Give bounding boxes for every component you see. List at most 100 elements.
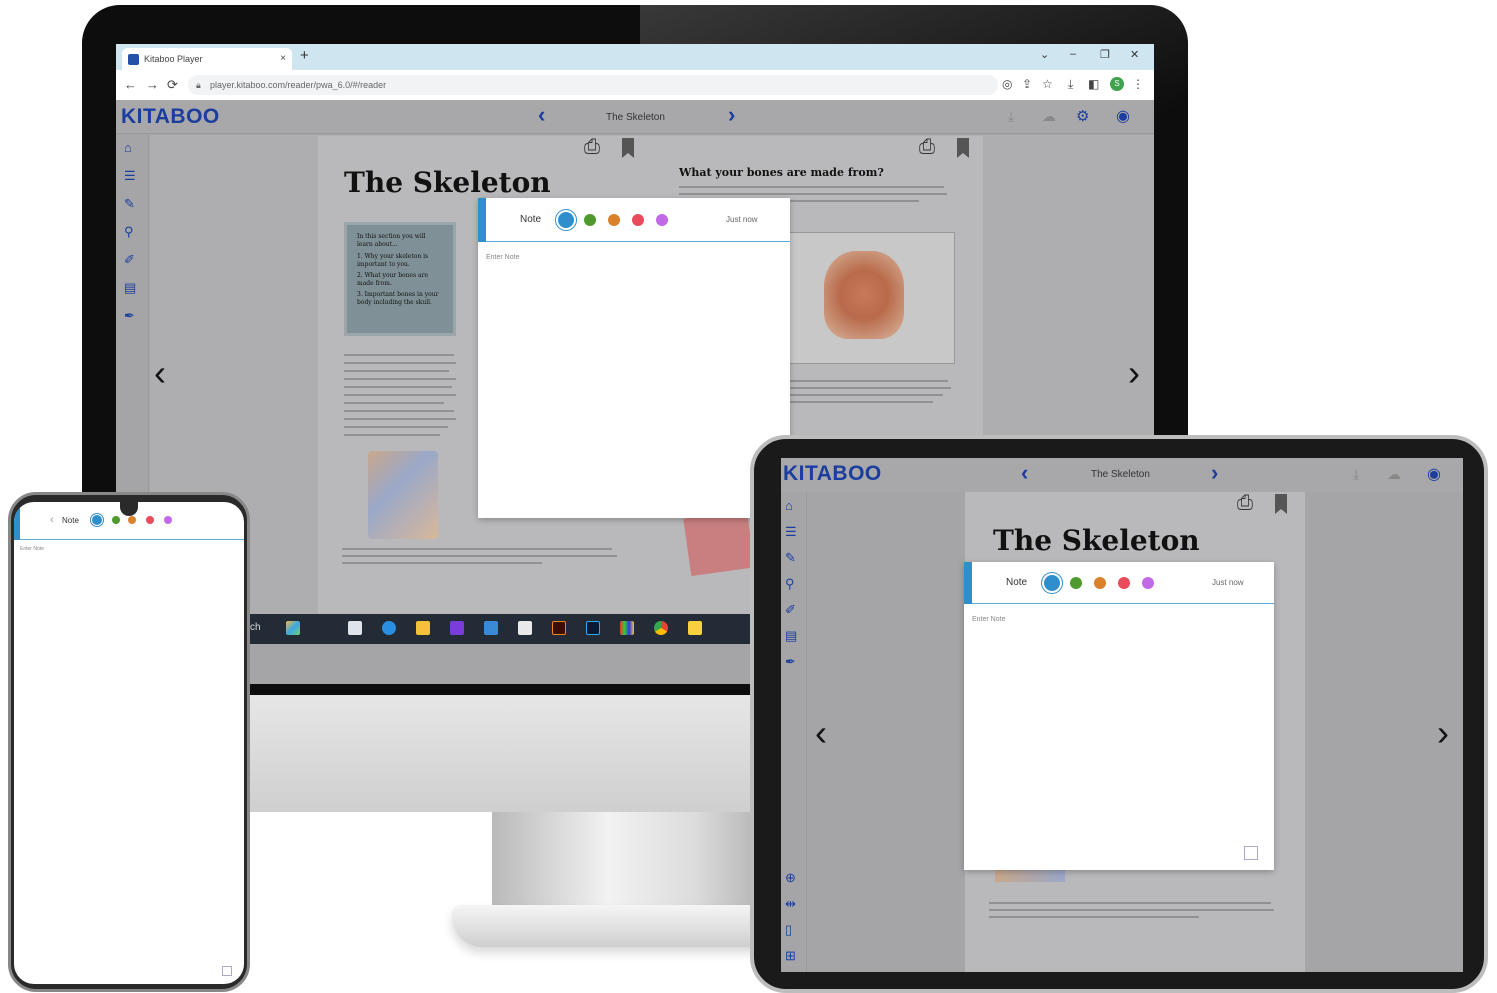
note-color-red[interactable] [1118,577,1130,589]
tab-close-icon[interactable]: × [280,48,286,70]
note-color-green[interactable] [1070,577,1082,589]
home-icon[interactable]: ⌂ [124,140,132,155]
widgets-icon[interactable] [286,621,300,635]
bookmark-icon[interactable] [1275,494,1287,514]
user-profile-icon[interactable]: ◉ [1427,464,1441,484]
settings-gear-icon[interactable]: ⚙ [1076,107,1089,125]
sticky-notes-icon[interactable] [688,621,702,635]
note-textarea[interactable]: Enter Note [20,546,44,552]
close-window-button[interactable]: ✕ [1130,48,1139,61]
chrome-icon[interactable] [654,621,668,635]
highlighter-icon[interactable]: ✒ [124,308,135,324]
print-icon[interactable]: ⎙ [919,136,935,159]
note-color-blue[interactable] [92,515,102,525]
my-data-icon[interactable]: ✎ [785,550,796,566]
pen-icon[interactable]: ✐ [124,252,135,268]
new-tab-button[interactable]: + [300,47,309,64]
search-icon[interactable]: ⚲ [124,224,134,240]
right-page-heading: What your bones are made from? [679,166,884,179]
store-icon[interactable] [518,621,532,635]
profile-avatar[interactable]: S [1110,77,1124,91]
tab-search-chevron-icon[interactable]: ⌄ [1040,48,1049,61]
caption-text-block [342,548,622,564]
bookmark-star-icon[interactable]: ☆ [1042,77,1053,91]
highlighter-icon[interactable]: ✒ [785,654,796,670]
toc-list-icon[interactable]: ☰ [785,524,797,540]
browser-tab-bar: Kitaboo Player × + ⌄ – ❐ ✕ [116,44,1154,70]
illustrator-icon[interactable] [552,621,566,635]
app-icon[interactable] [450,621,464,635]
browser-tab-title: Kitaboo Player [144,54,203,64]
task-view-icon[interactable] [348,621,362,635]
bookmark-icon[interactable] [957,138,969,158]
next-chapter-chevron-icon[interactable]: › [728,102,735,128]
photoshop-icon[interactable] [586,621,600,635]
cloud-sync-icon[interactable]: ☁ [1387,466,1401,483]
note-color-red[interactable] [146,516,154,524]
note-color-orange[interactable] [1094,577,1106,589]
address-bar[interactable]: 🔒︎ player.kitaboo.com/reader/pwa_6.0/#/r… [188,75,998,95]
book-title: The Skeleton [1091,469,1150,480]
box-item: 3. Important bones in your body includin… [357,291,439,306]
expand-note-icon[interactable] [1244,846,1258,860]
fit-width-icon[interactable]: ⇹ [785,896,796,912]
note-color-purple[interactable] [164,516,172,524]
print-icon[interactable]: ⎙ [584,136,600,159]
note-color-blue[interactable] [558,212,574,228]
back-chevron-icon[interactable]: ‹ [50,514,54,526]
note-color-stripe [478,198,486,242]
file-explorer-icon[interactable] [416,621,430,635]
page-prev-arrow-icon[interactable]: ‹ [815,712,827,754]
mail-icon[interactable] [484,621,498,635]
reload-icon[interactable]: ⟳ [167,77,178,93]
minimize-button[interactable]: – [1070,48,1076,60]
prev-chapter-chevron-icon[interactable]: ‹ [538,102,545,128]
menu-kebab-icon[interactable]: ⋮ [1132,77,1144,91]
pen-icon[interactable]: ✐ [785,602,796,618]
tablet-sidebar: ⌂ ☰ ✎ ⚲ ✐ ▤ ✒ ⊕ ⇹ ▯ ⊞ [781,492,807,972]
share-icon[interactable]: ⇪ [1022,77,1032,91]
note-textarea[interactable]: Enter Note [486,254,519,261]
page-next-arrow-icon[interactable]: › [1437,712,1449,754]
cloud-sync-icon[interactable]: ☁ [1042,108,1056,125]
edge-browser-icon[interactable] [382,621,396,635]
note-color-blue[interactable] [1044,575,1060,591]
sticky-note-icon[interactable]: ▤ [785,628,797,644]
download-book-icon[interactable]: ⤓ [1353,466,1359,483]
expand-note-icon[interactable] [222,966,232,976]
restore-button[interactable]: ❐ [1100,48,1110,61]
next-chapter-chevron-icon[interactable]: › [1211,460,1218,486]
note-color-purple[interactable] [656,214,668,226]
zoom-in-icon[interactable]: ⊕ [785,870,796,886]
download-book-icon[interactable]: ⤓ [1008,108,1014,125]
note-color-orange[interactable] [608,214,620,226]
browser-tab[interactable]: Kitaboo Player × [122,48,292,70]
google-lens-icon[interactable]: ◎ [1002,77,1012,91]
print-icon[interactable]: ⎙ [1237,492,1253,515]
thumbnails-icon[interactable]: ⊞ [785,948,796,964]
note-color-green[interactable] [584,214,596,226]
note-textarea[interactable]: Enter Note [972,616,1005,623]
taskbar-search-text[interactable]: ch [250,622,261,633]
download-icon[interactable]: ⤓ [1068,77,1073,92]
app-grid-icon[interactable] [620,621,634,635]
page-prev-arrow-icon[interactable]: ‹ [154,352,166,394]
back-arrow-icon[interactable]: ← [124,77,137,92]
toc-list-icon[interactable]: ☰ [124,168,136,184]
my-data-icon[interactable]: ✎ [124,196,135,212]
home-icon[interactable]: ⌂ [785,498,793,513]
page-view-icon[interactable]: ▯ [785,922,792,938]
search-icon[interactable]: ⚲ [785,576,795,592]
note-color-purple[interactable] [1142,577,1154,589]
note-color-red[interactable] [632,214,644,226]
knee-joint-image [368,451,438,539]
page-next-arrow-icon[interactable]: › [1128,352,1140,394]
note-color-green[interactable] [112,516,120,524]
bookmark-icon[interactable] [622,138,634,158]
forward-arrow-icon[interactable]: → [146,77,159,92]
sticky-note-icon[interactable]: ▤ [124,280,136,296]
note-color-orange[interactable] [128,516,136,524]
user-profile-icon[interactable]: ◉ [1116,106,1130,126]
prev-chapter-chevron-icon[interactable]: ‹ [1021,460,1028,486]
sidepanel-icon[interactable]: ◧ [1088,77,1099,91]
